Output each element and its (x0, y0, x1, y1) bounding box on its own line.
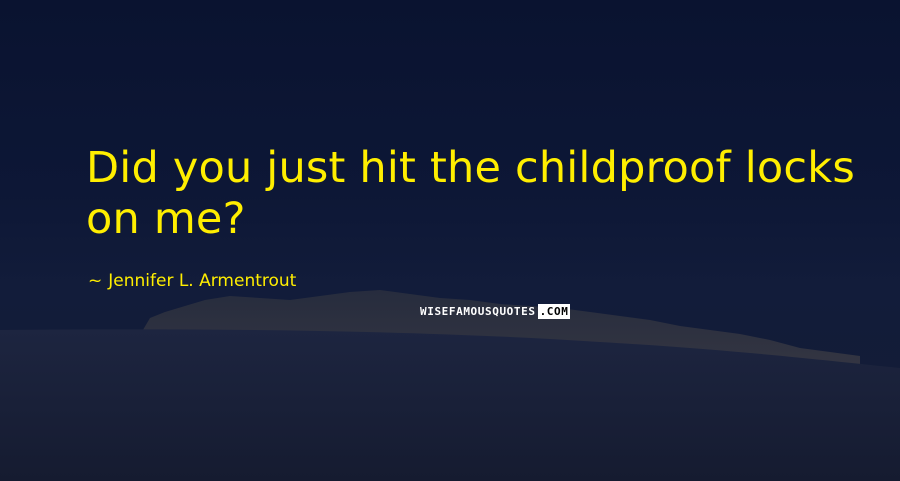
logo-wordmark: WISEFAMOUSQUOTES (420, 305, 536, 318)
quote-card: Did you just hit the childproof locks on… (0, 0, 900, 481)
quote-text: Did you just hit the childproof locks on… (86, 143, 855, 244)
logo-tld: .COM (537, 304, 571, 319)
attribution-dash: ~ (88, 271, 103, 291)
author-name: Jennifer L. Armentrout (108, 271, 297, 291)
wisefamousquotes-logo: WISEFAMOUSQUOTES .COM (420, 304, 571, 319)
attribution: ~ Jennifer L. Armentrout (88, 270, 296, 292)
